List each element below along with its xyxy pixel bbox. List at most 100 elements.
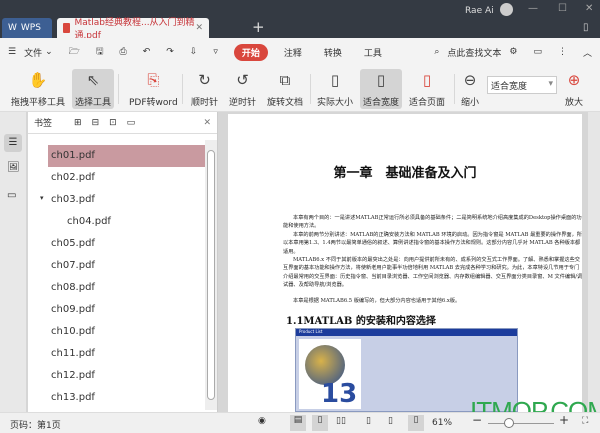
- bookmark-item[interactable]: ch09.pdf: [48, 299, 205, 321]
- minimize-button[interactable]: —: [528, 3, 538, 14]
- bookmark-item[interactable]: ch02.pdf: [48, 167, 205, 189]
- settings-icon[interactable]: ⚙: [509, 47, 517, 57]
- rotate-cw-icon: ↻: [198, 71, 211, 89]
- divider: [310, 74, 311, 104]
- bookmark-item[interactable]: ch13.pdf: [48, 387, 205, 409]
- left-sidebar: ☰ 🖼 ▭: [0, 112, 26, 412]
- add-bookmark-icon[interactable]: ⊡: [109, 118, 117, 128]
- expand-arrow-icon[interactable]: ▾: [40, 194, 44, 202]
- bookmark-panel-icon[interactable]: ☰: [4, 134, 22, 152]
- pdf-page: 第一章 基础准备及入门 本章有两个目的：一是讲述MATLAB正常运行所必须具备的…: [228, 114, 582, 412]
- file-menu[interactable]: 文件: [24, 46, 42, 59]
- close-button[interactable]: ✕: [585, 3, 593, 14]
- actual-size-icon: ▯: [330, 71, 340, 89]
- document-scrollbar[interactable]: [588, 112, 600, 412]
- fit-width-button[interactable]: ▯ 适合宽度: [360, 69, 403, 109]
- paragraph: 本章有两个目的：一是讲述MATLAB正常运行所必须具备的基础条件；二是简明系统地…: [283, 215, 582, 230]
- rotate-document-button[interactable]: ⧉ 旋转文档: [264, 69, 306, 109]
- actual-size-status-icon[interactable]: ▯: [366, 416, 371, 426]
- rotate-ccw-icon: ↺: [236, 71, 249, 89]
- two-page-icon[interactable]: ▯▯: [336, 416, 346, 426]
- collapse-all-icon[interactable]: ⊟: [92, 118, 100, 128]
- pdf-icon: [63, 23, 71, 33]
- divider: [454, 74, 455, 104]
- bookmark-item[interactable]: ch01.pdf: [48, 145, 205, 167]
- rotate-counterclockwise-button[interactable]: ↺ 逆时针: [226, 69, 259, 109]
- bookmark-item[interactable]: ch05.pdf: [48, 233, 205, 255]
- eye-protection-icon[interactable]: ◉: [258, 416, 266, 426]
- more-icon[interactable]: ⋮: [558, 47, 567, 57]
- zoom-in-icon: ⊕: [567, 71, 581, 89]
- chevron-down-icon: ⌄: [45, 47, 53, 57]
- bookmark-panel: 书签 ⊞ ⊟ ⊡ ▭ ✕ ch01.pdf ch02.pdf ▾ ch03.pd…: [28, 112, 218, 412]
- bookmark-item[interactable]: ch10.pdf: [48, 321, 205, 343]
- attachment-icon[interactable]: ▭: [7, 190, 16, 201]
- zoom-level[interactable]: 61%: [432, 418, 452, 428]
- fit-width-status-icon[interactable]: ▯: [408, 415, 424, 431]
- fit-page-status-icon[interactable]: ▯: [388, 416, 393, 426]
- page-indicator: 页码：第1页: [10, 421, 61, 431]
- zoom-out-button[interactable]: ⊖ 缩小: [458, 69, 482, 109]
- thumbnail-icon[interactable]: 🖼: [7, 162, 20, 173]
- divider: [118, 74, 119, 104]
- fullscreen-icon[interactable]: ⛶: [582, 416, 588, 426]
- fit-page-button[interactable]: ▯ 适合页面: [406, 69, 448, 109]
- hand-icon: ✋: [28, 71, 48, 89]
- menu-convert[interactable]: 转换: [324, 46, 342, 59]
- comment-icon[interactable]: ▭: [533, 47, 542, 57]
- menu-annotate[interactable]: 注释: [284, 46, 302, 59]
- bookmark-item[interactable]: ch12.pdf: [48, 365, 205, 387]
- open-icon[interactable]: 🗁: [69, 44, 80, 60]
- divider: [182, 74, 183, 104]
- menu-icon[interactable]: ☰: [8, 47, 16, 57]
- save-icon[interactable]: 🖫: [96, 44, 104, 60]
- tab-wps[interactable]: W WPS: [2, 18, 52, 38]
- menu-bar: ☰ 文件 ⌄ 🗁 🖫 ⎙ ↶ ↷ ⇩ ▿ 开始 注释 转换 工具 ⌕ 点此查找文本 ⚙ ▭ ⋮ ︿: [0, 38, 600, 66]
- bookmark-item[interactable]: ch08.pdf: [48, 277, 205, 299]
- undo-icon[interactable]: ↶: [143, 47, 151, 57]
- export-icon[interactable]: ⇩: [190, 47, 198, 57]
- bookmark-scroll-thumb[interactable]: [207, 150, 215, 400]
- hand-tool-button[interactable]: ✋ 拖拽平移工具: [8, 69, 68, 109]
- fit-page-icon: ▯: [422, 71, 432, 89]
- single-page-icon[interactable]: ▯: [312, 415, 328, 431]
- search-text[interactable]: 点此查找文本: [447, 46, 501, 59]
- chapter-title: 第一章 基础准备及入门: [333, 166, 477, 181]
- menu-tools[interactable]: 工具: [364, 46, 382, 59]
- collapse-icon[interactable]: ︿: [583, 46, 592, 59]
- zoom-select[interactable]: 适合宽度 ▾: [487, 76, 557, 94]
- print-icon[interactable]: ⎙: [119, 47, 126, 57]
- tab-document[interactable]: Matlab经典教程...从入门到精通.pdf ✕: [57, 18, 209, 41]
- rotate-clockwise-button[interactable]: ↻ 顺时针: [188, 69, 221, 109]
- pdf-to-word-icon: ⎘: [147, 71, 160, 89]
- menu-start[interactable]: 开始: [233, 43, 268, 61]
- delete-bookmark-icon[interactable]: ▭: [127, 118, 136, 128]
- cursor-icon: ⇖: [86, 71, 100, 89]
- bookmark-header: 书签 ⊞ ⊟ ⊡ ▭ ✕: [28, 112, 217, 134]
- search-icon[interactable]: ⌕: [434, 47, 439, 57]
- zoom-in-button[interactable]: ⊕ 放大: [562, 69, 586, 109]
- user-name[interactable]: Rae Ai: [465, 6, 494, 16]
- maximize-button[interactable]: ☐: [558, 3, 567, 14]
- actual-size-button[interactable]: ▯ 实际大小: [314, 69, 356, 109]
- close-tab-icon[interactable]: ✕: [195, 23, 203, 33]
- more-dropdown-icon[interactable]: ▿: [213, 47, 218, 57]
- zoom-in-status-button[interactable]: +: [559, 413, 569, 427]
- title-bar: W WPS Matlab经典教程...从入门到精通.pdf ✕ + Rae Ai —…: [0, 0, 600, 41]
- zoom-slider[interactable]: [488, 423, 554, 424]
- avatar[interactable]: [500, 3, 513, 16]
- sidebar-toggle-icon[interactable]: ▯: [583, 22, 589, 33]
- select-tool-button[interactable]: ⇖ 选择工具: [72, 69, 115, 109]
- zoom-out-status-button[interactable]: −: [472, 413, 482, 427]
- bookmark-item[interactable]: ch11.pdf: [48, 343, 205, 365]
- bookmark-item[interactable]: ch04.pdf: [64, 211, 205, 233]
- continuous-view-icon[interactable]: ▤: [290, 415, 306, 431]
- new-tab-button[interactable]: +: [252, 18, 265, 36]
- bookmark-item[interactable]: ch07.pdf: [48, 255, 205, 277]
- expand-all-icon[interactable]: ⊞: [74, 118, 82, 128]
- bookmark-item[interactable]: ch03.pdf: [48, 189, 205, 211]
- redo-icon[interactable]: ↷: [166, 47, 174, 57]
- close-panel-icon[interactable]: ✕: [203, 118, 211, 128]
- pdf-to-word-button[interactable]: ⎘ PDF转word: [126, 69, 181, 109]
- zoom-slider-handle[interactable]: [504, 418, 514, 428]
